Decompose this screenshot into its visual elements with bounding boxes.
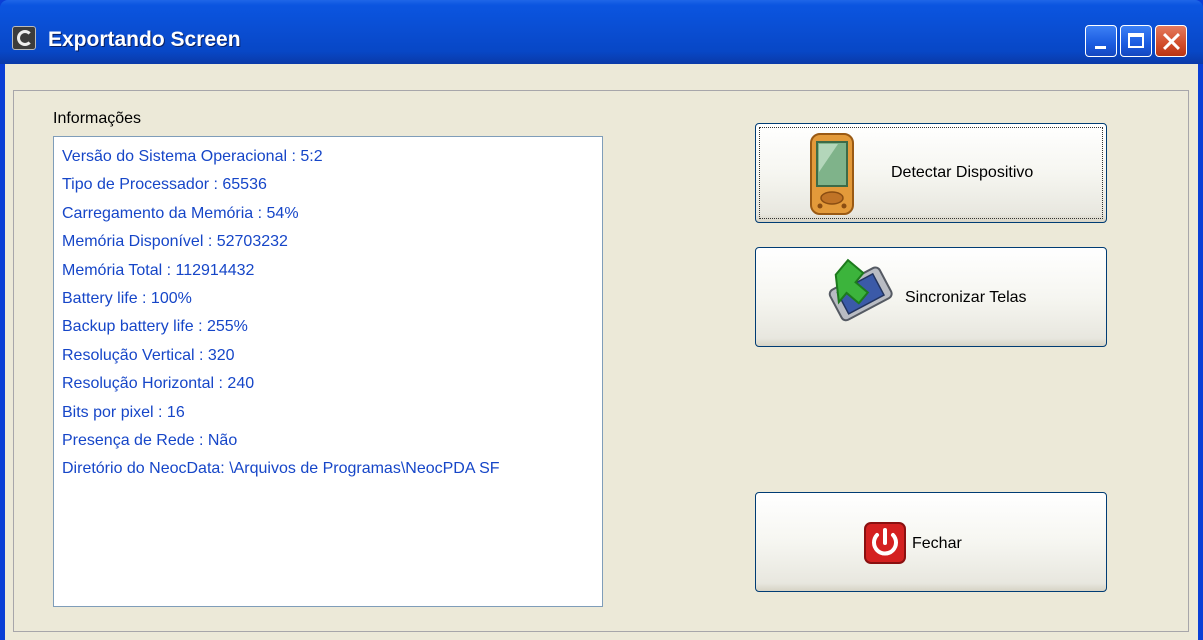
info-line: Battery life : 100% [62, 290, 192, 308]
info-label: Informações [53, 110, 142, 127]
sync-screens-label: Sincronizar Telas [905, 289, 1027, 306]
close-window-button[interactable] [1155, 25, 1187, 57]
info-line: Carregamento da Memória : 54% [62, 204, 299, 222]
app-window: Exportando Screen Informações Versão do … [0, 0, 1203, 640]
close-button-label: Fechar [912, 535, 962, 552]
client-area: Informações Versão do Sistema Operaciona… [5, 64, 1198, 640]
maximize-button[interactable] [1120, 25, 1152, 57]
info-line: Bits por pixel : 16 [62, 403, 185, 421]
sync-screens-button[interactable]: Sincronizar Telas [755, 247, 1107, 347]
info-line: Presença de Rede : Não [62, 432, 238, 450]
info-line: Resolução Vertical : 320 [62, 346, 235, 364]
info-listbox[interactable]: Versão do Sistema Operacional : 5:2 Tipo… [53, 136, 603, 607]
info-line: Backup battery life : 255% [62, 318, 248, 336]
title-bar[interactable]: Exportando Screen [0, 0, 1203, 64]
info-line: Memória Total : 112914432 [62, 261, 255, 279]
info-line: Resolução Horizontal : 240 [62, 375, 255, 393]
power-icon [864, 522, 906, 564]
pda-device-icon [810, 133, 854, 215]
close-button[interactable]: Fechar [755, 492, 1107, 592]
info-line: Diretório do NeocData: \Arquivos de Prog… [62, 460, 500, 478]
info-line: Tipo de Processador : 65536 [62, 176, 267, 194]
detect-device-label: Detectar Dispositivo [891, 164, 1034, 181]
sync-arrow-device-icon [828, 258, 893, 322]
window-title: Exportando Screen [48, 28, 241, 51]
detect-device-button[interactable]: Detectar Dispositivo [755, 123, 1107, 223]
info-line: Versão do Sistema Operacional : 5:2 [62, 148, 323, 165]
app-icon[interactable] [12, 26, 36, 50]
info-line: Memória Disponível : 52703232 [62, 233, 288, 251]
minimize-button[interactable] [1085, 25, 1117, 57]
